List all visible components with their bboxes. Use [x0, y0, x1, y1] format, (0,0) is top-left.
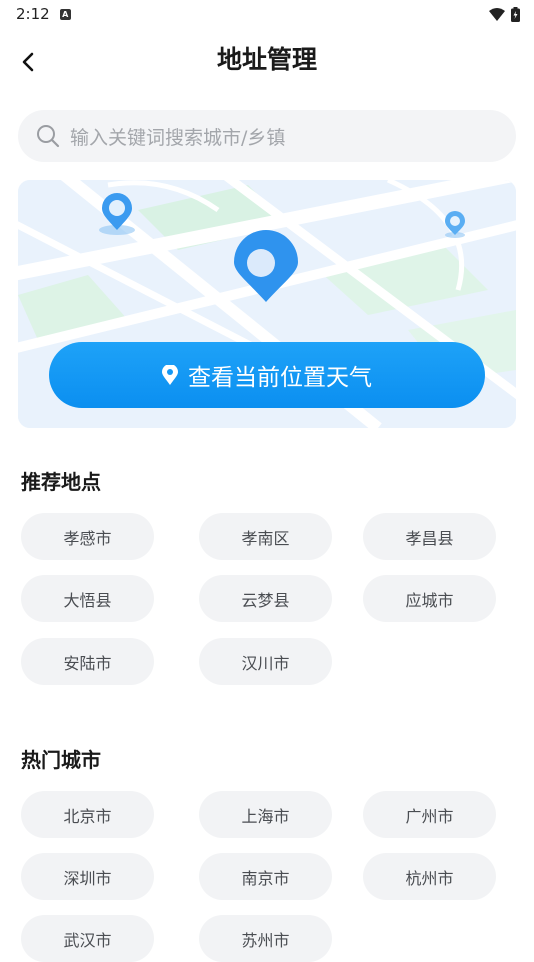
recommended-chip[interactable]: 孝南区: [199, 513, 332, 560]
view-current-location-weather-button[interactable]: 查看当前位置天气: [49, 342, 485, 408]
location-pin-icon: [162, 365, 178, 385]
hot-city-chip[interactable]: 北京市: [21, 791, 154, 838]
status-right: [489, 6, 520, 22]
status-time: 2:12: [16, 5, 50, 23]
search-icon: [37, 125, 60, 148]
map-card: 查看当前位置天气: [18, 180, 516, 428]
recommended-chip[interactable]: 孝感市: [21, 513, 154, 560]
hot-city-chip[interactable]: 杭州市: [363, 853, 496, 900]
hot-city-chip[interactable]: 南京市: [199, 853, 332, 900]
recommended-section-title: 推荐地点: [21, 470, 101, 494]
battery-icon: [511, 6, 520, 22]
hot-city-chip[interactable]: 武汉市: [21, 915, 154, 962]
status-bar: 2:12 A: [0, 0, 534, 28]
locate-button-label: 查看当前位置天气: [188, 365, 372, 391]
recommended-chip[interactable]: 大悟县: [21, 575, 154, 622]
hot-city-chip[interactable]: 深圳市: [21, 853, 154, 900]
status-left: 2:12 A: [16, 5, 71, 23]
recommended-chip[interactable]: 汉川市: [199, 638, 332, 685]
search-placeholder: 输入关键词搜索城市/乡镇: [70, 126, 286, 149]
notification-a-icon: A: [59, 8, 71, 20]
hot-city-chip[interactable]: 广州市: [363, 791, 496, 838]
wifi-icon: [489, 7, 505, 21]
hot-city-chip[interactable]: 苏州市: [199, 915, 332, 962]
recommended-chip[interactable]: 云梦县: [199, 575, 332, 622]
app-header: 地址管理: [0, 40, 534, 84]
search-input[interactable]: 输入关键词搜索城市/乡镇: [18, 110, 516, 162]
recommended-chip[interactable]: 安陆市: [21, 638, 154, 685]
hot-city-chip[interactable]: 上海市: [199, 791, 332, 838]
page-title: 地址管理: [216, 45, 317, 74]
recommended-chip[interactable]: 孝昌县: [363, 513, 496, 560]
hot-cities-section-title: 热门城市: [21, 748, 101, 772]
recommended-chip[interactable]: 应城市: [363, 575, 496, 622]
